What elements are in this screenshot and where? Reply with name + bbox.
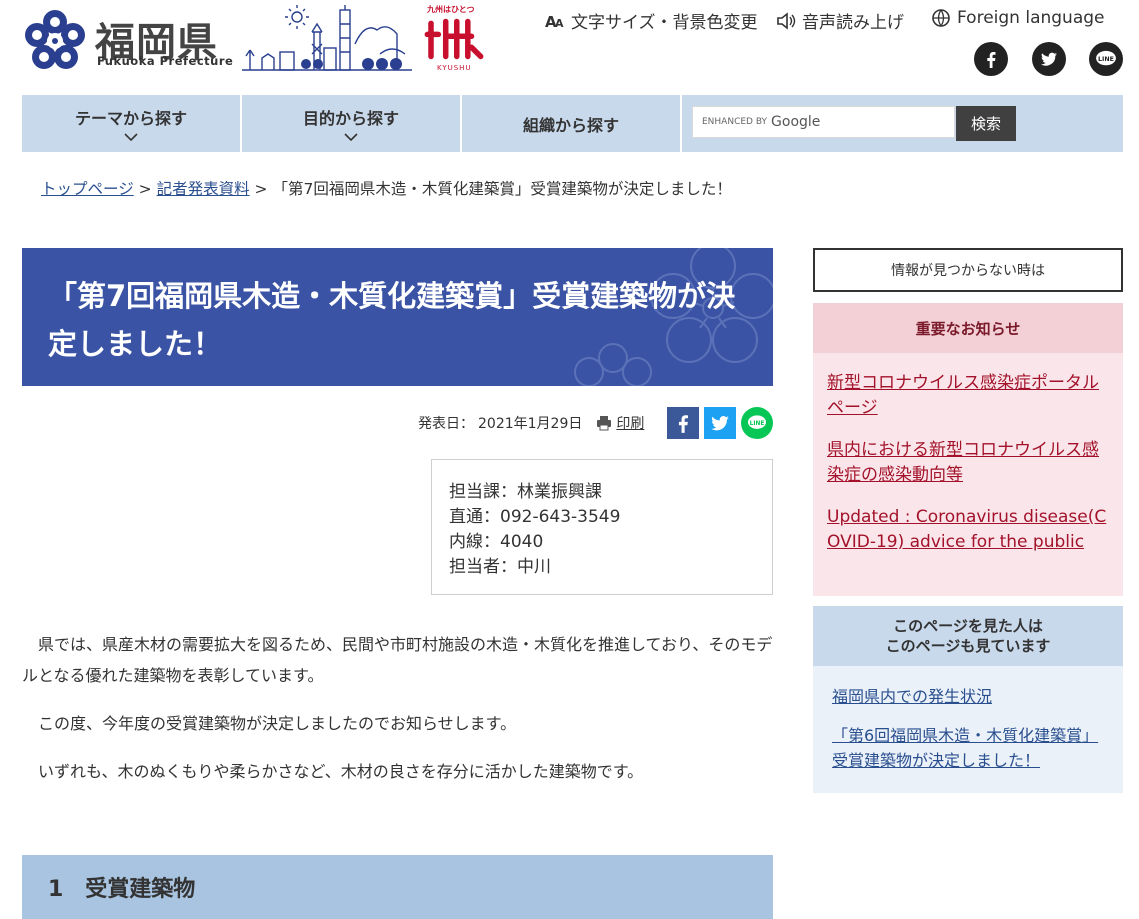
contact-dept: 担当課：林業振興課 <box>449 482 602 502</box>
chevron-down-icon <box>124 133 138 142</box>
paragraph-1: 県では、県産木材の需要拡大を図るため、民間や市町村施設の木造・木質化を推進してお… <box>22 635 773 685</box>
facebook-icon <box>678 415 688 433</box>
also-viewed: このページを見た人は このページも見ています 福岡県内での発生状況 「第6回福岡… <box>813 606 1123 793</box>
date-label: 発表日： <box>418 416 474 432</box>
section-heading: 1 受賞建築物 <box>22 855 773 919</box>
globe-icon <box>932 9 950 27</box>
paragraph-2: この度、今年度の受賞建築物が決定しましたのでお知らせします。 <box>38 714 517 733</box>
twitter-button[interactable] <box>1032 42 1066 76</box>
cityscape-illustration <box>242 5 412 71</box>
line-icon: LINE <box>1096 50 1116 66</box>
nav-purpose-label: 目的から探す <box>302 109 399 128</box>
important-link-covid-portal[interactable]: 新型コロナウイルス感染症ポータルページ <box>827 371 1109 421</box>
foreign-language-link[interactable]: Foreign language <box>931 8 1105 28</box>
foreign-language-label: Foreign language <box>957 8 1105 28</box>
print-label: 印刷 <box>616 416 645 432</box>
publish-date: 2021年1月29日 <box>478 416 583 432</box>
search-button[interactable]: 検索 <box>956 106 1016 141</box>
contact-box: 担当課：林業振興課 直通：092-643-3549 内線：4040 担当者：中川 <box>431 459 773 595</box>
important-heading: 重要なお知らせ <box>813 303 1123 353</box>
also-viewed-link-6th-award[interactable]: 「第6回福岡県木造・木質化建築賞」受賞建築物が決定しました！ <box>832 723 1104 773</box>
contact-direct-phone: 直通：092-643-3549 <box>449 507 621 527</box>
share-twitter-button[interactable] <box>704 407 736 439</box>
also-viewed-heading-line2: このページも見ています <box>885 637 1051 655</box>
kyushu-logo[interactable]: 九州はひとつ KYUSHU <box>423 4 485 74</box>
text-size-label: 文字サイズ・背景色変更 <box>571 13 758 33</box>
read-aloud-link[interactable]: 音声読み上げ <box>776 8 904 33</box>
search-enhanced-label: ENHANCED BY <box>702 117 768 127</box>
also-viewed-heading-line1: このページを見た人は <box>893 617 1043 635</box>
also-viewed-heading: このページを見た人は このページも見ています <box>813 606 1123 666</box>
logo-subtitle: Fukuoka Prefecture <box>97 54 234 68</box>
article-meta: 発表日： 2021年1月29日 印刷 <box>418 413 644 433</box>
search-input[interactable]: ENHANCED BY Google <box>692 106 955 138</box>
google-label: Google <box>771 114 821 130</box>
svg-text:LINE: LINE <box>1098 56 1114 63</box>
global-nav: テーマから探す 目的から探す 組織から探す ENHANCED BY Google… <box>22 95 1123 152</box>
nav-theme[interactable]: テーマから探す <box>22 95 242 152</box>
svg-text:LINE: LINE <box>750 421 765 427</box>
print-link[interactable]: 印刷 <box>596 413 644 433</box>
paragraph-3: いずれも、木のぬくもりや柔らかさなど、木材の良さを存分に活かした建築物です。 <box>38 762 644 781</box>
nav-organization[interactable]: 組織から探す <box>462 95 682 152</box>
contact-extension: 内線：4040 <box>449 532 544 552</box>
breadcrumb-separator: > <box>138 180 152 198</box>
kyushu-label: KYUSHU <box>437 64 472 72</box>
nav-purpose[interactable]: 目的から探す <box>242 95 462 152</box>
share-facebook-button[interactable] <box>667 407 699 439</box>
kyushu-tagline: 九州はひとつ <box>427 5 475 14</box>
chevron-down-icon <box>344 133 358 142</box>
also-viewed-link-outbreak[interactable]: 福岡県内での発生状況 <box>832 684 1104 709</box>
twitter-icon <box>711 416 729 431</box>
text-size-icon: AA <box>545 13 564 31</box>
facebook-button[interactable] <box>974 42 1008 76</box>
svg-text:A: A <box>555 17 564 30</box>
twitter-icon <box>1041 52 1057 66</box>
important-notices: 重要なお知らせ 新型コロナウイルス感染症ポータルページ 県内における新型コロナウ… <box>813 303 1123 596</box>
contact-person: 担当者：中川 <box>449 557 551 577</box>
page-title-banner: 「第7回福岡県木造・木質化建築賞」受賞建築物が決定しました！ <box>22 248 773 386</box>
text-size-link[interactable]: AA 文字サイズ・背景色変更 <box>545 8 758 34</box>
site-logo[interactable]: 福岡県 Fukuoka Prefecture <box>22 8 233 74</box>
breadcrumb-home[interactable]: トップページ <box>41 180 134 198</box>
breadcrumb-current: 「第7回福岡県木造・木質化建築賞」受賞建築物が決定しました！ <box>272 180 732 198</box>
important-link-covid-trends[interactable]: 県内における新型コロナウイルス感染症の感染動向等 <box>827 438 1109 488</box>
read-aloud-label: 音声読み上げ <box>802 13 904 33</box>
share-line-button[interactable]: LINE <box>741 407 773 439</box>
facebook-icon <box>987 52 996 68</box>
line-button[interactable]: LINE <box>1089 42 1123 76</box>
kyushu-mark-icon <box>424 18 484 60</box>
speaker-icon <box>777 11 796 30</box>
not-found-button[interactable]: 情報が見つからない時は <box>813 248 1123 292</box>
line-icon: LINE <box>748 415 766 429</box>
printer-icon <box>597 416 612 431</box>
breadcrumb-separator: > <box>254 180 268 198</box>
nav-theme-label: テーマから探す <box>74 109 187 128</box>
plum-flower-icon <box>25 10 85 69</box>
breadcrumb: トップページ > 記者発表資料 > 「第7回福岡県木造・木質化建築賞」受賞建築物… <box>41 177 732 199</box>
nav-organization-label: 組織から探す <box>522 115 619 135</box>
page-title: 「第7回福岡県木造・木質化建築賞」受賞建築物が決定しました！ <box>48 279 736 361</box>
breadcrumb-press-releases[interactable]: 記者発表資料 <box>157 180 250 198</box>
important-link-covid-english[interactable]: Updated : Coronavirus disease(COVID-19) … <box>827 505 1109 555</box>
